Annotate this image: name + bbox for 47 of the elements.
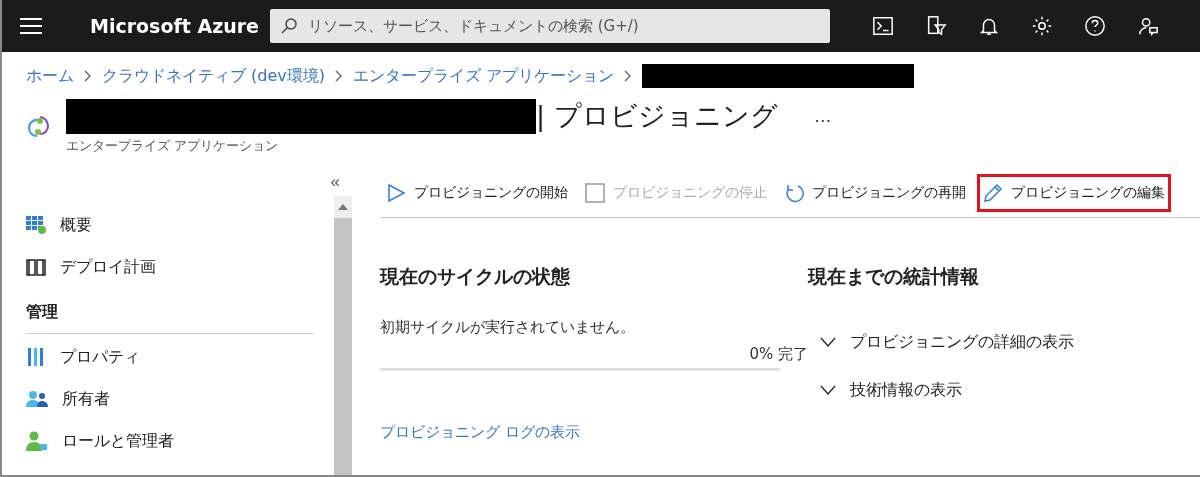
section-heading: 現在までの統計情報	[808, 264, 980, 289]
sidebar-item[interactable]: プロパティ	[26, 336, 314, 378]
breadcrumb-link[interactable]: エンタープライズ アプリケーション	[353, 65, 615, 87]
chevron-icon	[335, 70, 344, 82]
book-icon	[26, 258, 46, 276]
scrollbar-thumb[interactable]	[334, 218, 352, 475]
search-field[interactable]: リソース、サービス、ドキュメントの検索 (G+/)	[270, 9, 830, 43]
sidebar-item[interactable]: デプロイ計画	[26, 246, 314, 288]
pencil-icon	[983, 182, 1003, 203]
restart-icon	[784, 182, 804, 203]
menu-button[interactable]	[20, 18, 42, 34]
collapse-button[interactable]: «	[324, 168, 346, 196]
play-icon	[386, 182, 406, 203]
toolbar-button[interactable]: プロビジョニングの編集	[977, 173, 1171, 212]
chevron-icon	[84, 70, 92, 82]
terminal-icon	[871, 15, 894, 37]
page-subtitle: エンタープライズ アプリケーション	[66, 138, 279, 155]
breadcrumb-link[interactable]: クラウドネイティブ (dev環境)	[102, 65, 326, 87]
feedback-icon	[1136, 15, 1159, 37]
breadcrumb-link[interactable]: ホーム	[26, 65, 74, 87]
square-icon	[585, 182, 605, 203]
people-icon	[26, 390, 48, 408]
grid-icon	[26, 216, 46, 234]
expander[interactable]: プロビジョニングの詳細の表示	[808, 318, 1188, 366]
settings-icon	[1030, 15, 1053, 37]
brand-name: Microsoft Azure	[90, 15, 260, 37]
more-button[interactable]: …	[807, 104, 838, 128]
page-title: | プロビジョニング	[536, 99, 778, 134]
caret-icon	[338, 204, 348, 210]
status-text: 初期サイクルが実行されていません。	[380, 318, 636, 337]
toolbar-button[interactable]: プロビジョニングの開始	[380, 173, 574, 212]
section-heading: 現在のサイクルの状態	[380, 264, 571, 289]
section-heading: 管理	[26, 288, 314, 334]
expander[interactable]: 技術情報の表示	[808, 366, 1188, 414]
sidebar-item[interactable]: ロールと管理者	[26, 420, 314, 462]
log-link[interactable]: プロビジョニング ログの表示	[380, 423, 808, 442]
progress-reading: 0% 完了	[749, 345, 808, 364]
toolbar-button[interactable]: プロビジョニングの再開	[778, 173, 972, 212]
bars-icon	[26, 347, 46, 367]
sidebar-item[interactable]: 概要	[26, 204, 314, 246]
sidebar-item[interactable]: 所有者	[26, 378, 314, 420]
help-icon	[1083, 15, 1106, 37]
scroll-up-button[interactable]	[334, 196, 352, 218]
chevron-icon	[820, 337, 836, 347]
chevron-icon	[820, 385, 836, 395]
person-icon	[26, 431, 48, 451]
chevron-icon	[624, 70, 633, 82]
